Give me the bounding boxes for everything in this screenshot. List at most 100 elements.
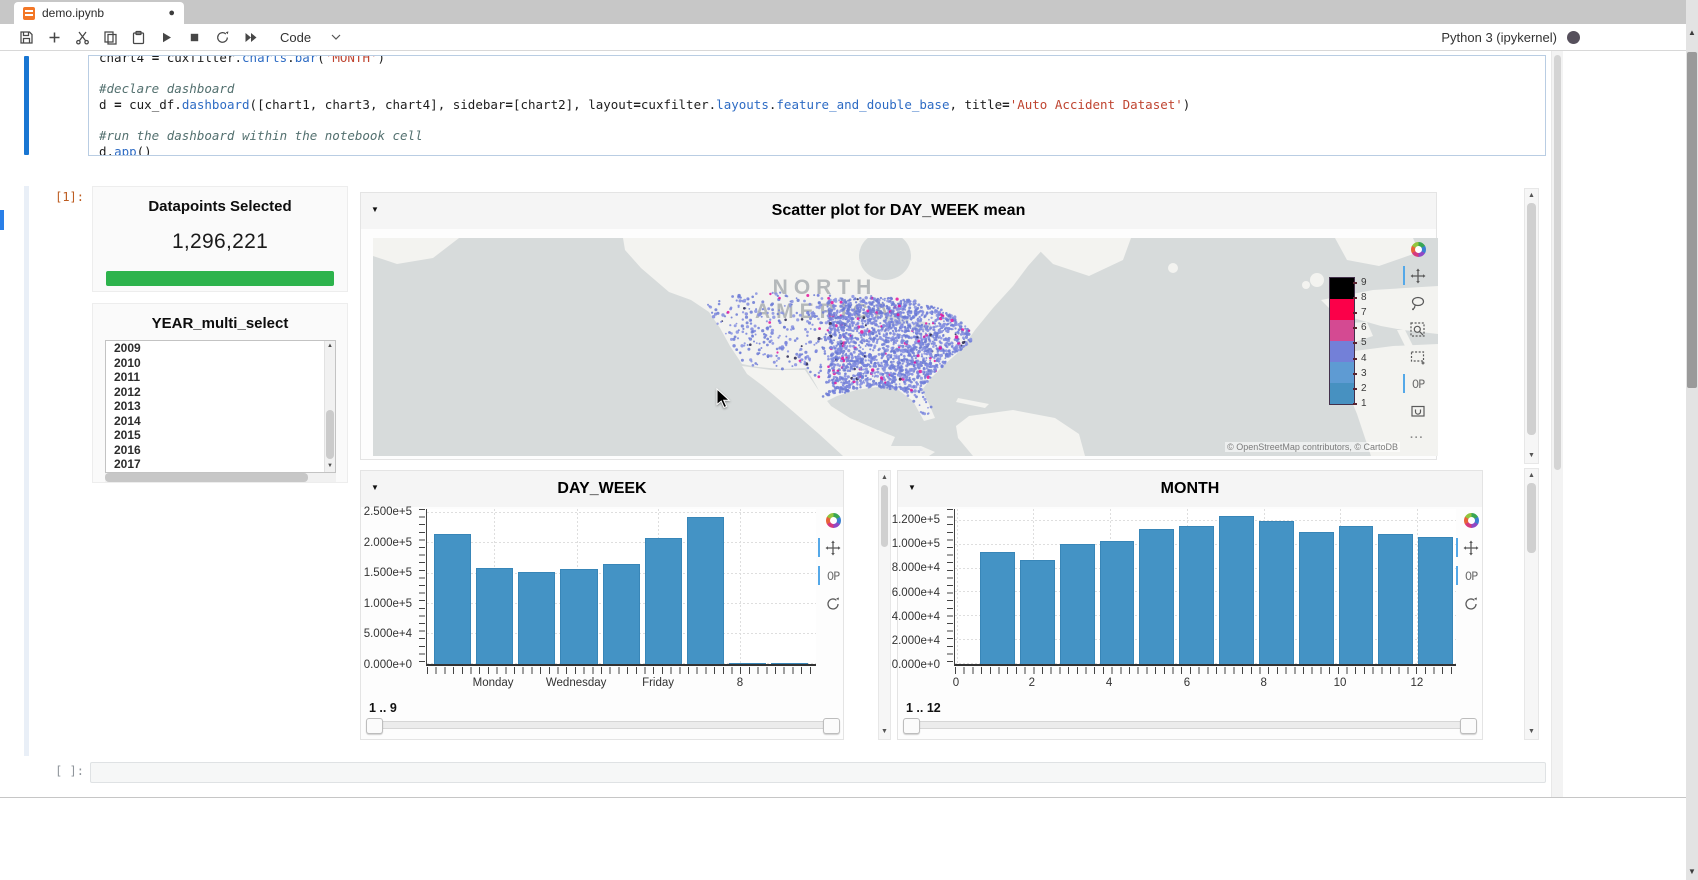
- browser-scrollbar[interactable]: ▲ ▼: [1686, 0, 1698, 880]
- save-button[interactable]: [12, 25, 40, 49]
- scrollbar-thumb[interactable]: [1554, 55, 1561, 470]
- paste-cell-button[interactable]: [124, 25, 152, 49]
- scroll-down-icon[interactable]: ▼: [1686, 867, 1698, 877]
- box-select-tool-icon[interactable]: [1410, 348, 1427, 365]
- bar[interactable]: [1259, 521, 1294, 664]
- scroll-up-icon[interactable]: ▲: [879, 473, 890, 483]
- bar[interactable]: [560, 569, 597, 664]
- code-cell[interactable]: chart4 = cuxfilter.charts.bar('MONTH') #…: [88, 55, 1546, 156]
- plot-area[interactable]: [426, 509, 816, 666]
- insert-cell-button[interactable]: [40, 25, 68, 49]
- notebook-scrollbar[interactable]: [1551, 51, 1563, 797]
- scroll-down-icon[interactable]: ▼: [1525, 451, 1538, 461]
- pan-tool-icon[interactable]: [1410, 267, 1427, 284]
- bar[interactable]: [1060, 544, 1095, 664]
- year-listbox-scrollbar[interactable]: ▲ ▼: [324, 341, 335, 472]
- kernel-indicator[interactable]: Python 3 (ipykernel): [1441, 24, 1580, 51]
- scroll-down-icon[interactable]: ▼: [325, 462, 335, 471]
- bar[interactable]: [1339, 526, 1374, 664]
- row-scrollbar[interactable]: ▲ ▼: [878, 470, 891, 740]
- range-slider[interactable]: [367, 721, 839, 729]
- scrollbar-thumb[interactable]: [1527, 483, 1536, 553]
- box-edit-tool-icon[interactable]: [1410, 402, 1427, 419]
- scroll-up-icon[interactable]: ▲: [1525, 471, 1538, 481]
- copy-cell-button[interactable]: [96, 25, 124, 49]
- bar[interactable]: [771, 663, 808, 664]
- bar[interactable]: [1179, 526, 1214, 664]
- inspect-tool-icon[interactable]: 0Ρ: [1463, 567, 1480, 584]
- pan-tool-icon[interactable]: [825, 539, 842, 556]
- bokeh-logo-icon[interactable]: [826, 513, 841, 528]
- scroll-down-icon[interactable]: ▼: [1525, 727, 1538, 737]
- slider-handle-left[interactable]: [366, 718, 383, 734]
- collapse-caret-icon[interactable]: ▼: [371, 484, 379, 492]
- output-collapser[interactable]: [24, 186, 29, 756]
- bar[interactable]: [1100, 541, 1135, 664]
- scroll-up-icon[interactable]: ▲: [1686, 28, 1698, 38]
- bar[interactable]: [1020, 560, 1055, 664]
- scrollbar-thumb[interactable]: [326, 410, 334, 458]
- year-option[interactable]: 2016: [106, 443, 335, 458]
- collapse-caret-icon[interactable]: ▼: [908, 484, 916, 492]
- plot-area[interactable]: [954, 509, 1456, 666]
- bar[interactable]: [1378, 534, 1413, 664]
- bar[interactable]: [1418, 537, 1453, 664]
- year-option[interactable]: 2017: [106, 457, 335, 472]
- bar[interactable]: [1299, 532, 1334, 664]
- output-scrollbar-top[interactable]: ▲ ▼: [1524, 188, 1539, 464]
- year-option[interactable]: 2010: [106, 356, 335, 371]
- scrollbar-thumb[interactable]: [105, 473, 308, 482]
- year-option[interactable]: 2012: [106, 385, 335, 400]
- range-slider[interactable]: [904, 721, 1476, 729]
- scrollbar-thumb[interactable]: [1687, 52, 1697, 388]
- output-scrollbar-bottom[interactable]: ▲ ▼: [1524, 468, 1539, 740]
- pan-tool-icon[interactable]: [1463, 539, 1480, 556]
- scroll-up-icon[interactable]: ▲: [325, 342, 335, 351]
- map-canvas[interactable]: NORTH AMERICA 987654321: [373, 238, 1438, 456]
- scrollbar-thumb[interactable]: [881, 485, 888, 547]
- scroll-down-icon[interactable]: ▼: [879, 727, 890, 737]
- reset-tool-icon[interactable]: [1463, 595, 1480, 612]
- lasso-select-tool-icon[interactable]: [1410, 294, 1427, 311]
- restart-kernel-button[interactable]: [208, 25, 236, 49]
- bar[interactable]: [518, 572, 555, 664]
- cut-cell-button[interactable]: [68, 25, 96, 49]
- toolbar-overflow-icon[interactable]: ···: [1410, 432, 1424, 444]
- active-cell-collapser[interactable]: [24, 56, 29, 155]
- restart-run-all-button[interactable]: [236, 25, 264, 49]
- year-option[interactable]: 2015: [106, 428, 335, 443]
- slider-handle-left[interactable]: [903, 718, 920, 734]
- box-zoom-tool-icon[interactable]: [1410, 321, 1427, 338]
- scrollbar-thumb[interactable]: [1527, 203, 1536, 435]
- year-option[interactable]: 2011: [106, 370, 335, 385]
- bar[interactable]: [603, 564, 640, 664]
- year-option[interactable]: 2013: [106, 399, 335, 414]
- interrupt-kernel-button[interactable]: [180, 25, 208, 49]
- year-option[interactable]: 2009: [106, 341, 335, 356]
- unsaved-changes-dot-icon[interactable]: ●: [168, 8, 175, 19]
- bar[interactable]: [476, 568, 513, 664]
- code-editor[interactable]: chart4 = cuxfilter.charts.bar('MONTH') #…: [89, 55, 1545, 156]
- bar[interactable]: [1139, 529, 1174, 664]
- reset-tool-icon[interactable]: [825, 595, 842, 612]
- year-option[interactable]: 2014: [106, 414, 335, 429]
- bar[interactable]: [1219, 516, 1254, 664]
- cell-type-dropdown[interactable]: Code: [280, 30, 341, 45]
- bokeh-logo-icon[interactable]: [1411, 242, 1426, 257]
- bar[interactable]: [980, 552, 1015, 664]
- scroll-up-icon[interactable]: ▲: [1525, 191, 1538, 201]
- empty-code-cell[interactable]: [90, 762, 1546, 783]
- notebook-tab[interactable]: demo.ipynb ●: [14, 2, 184, 24]
- bar[interactable]: [434, 534, 471, 664]
- slider-handle-right[interactable]: [823, 718, 840, 734]
- bar[interactable]: [729, 663, 766, 664]
- inspect-tool-icon[interactable]: 0Ρ: [1410, 375, 1427, 392]
- run-cell-button[interactable]: [152, 25, 180, 49]
- slider-handle-right[interactable]: [1460, 718, 1477, 734]
- bar[interactable]: [645, 538, 682, 664]
- bokeh-logo-icon[interactable]: [1464, 513, 1479, 528]
- collapse-caret-icon[interactable]: ▼: [371, 206, 379, 214]
- inspect-tool-icon[interactable]: 0Ρ: [825, 567, 842, 584]
- bar[interactable]: [687, 517, 724, 664]
- year-listbox[interactable]: 200920102011201220132014201520162017 ▲ ▼: [105, 340, 336, 473]
